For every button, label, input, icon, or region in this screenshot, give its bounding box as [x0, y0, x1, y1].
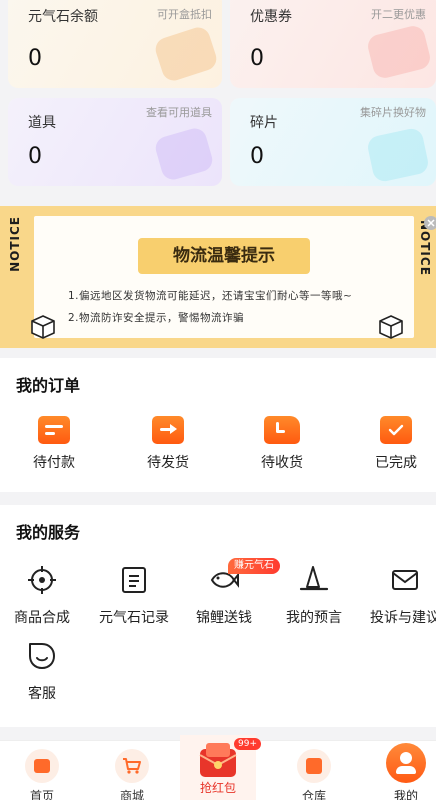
props-card-title: 道具 — [28, 115, 56, 131]
service-customer-support[interactable]: 客服 — [0, 641, 92, 703]
mail-icon — [392, 570, 418, 590]
fragments-card-title: 碎片 — [250, 115, 278, 131]
order-pending-payment-label: 待付款 — [33, 455, 75, 471]
order-pending-receipt-label: 待收货 — [261, 455, 303, 471]
tab-profile[interactable]: 我的 — [374, 743, 436, 800]
tab-home-label: 首页 — [29, 789, 54, 800]
warehouse-icon — [297, 749, 331, 783]
balance-card-hint: 可开盒抵扣 — [157, 8, 212, 21]
fragments-card[interactable]: 碎片 0 集碎片换好物 — [230, 98, 436, 186]
close-icon[interactable] — [424, 216, 436, 230]
witch-hat-icon — [299, 566, 329, 591]
props-icon — [152, 125, 216, 183]
red-envelope-icon — [199, 743, 237, 777]
stats-grid: 元气石余额 0 可开盒抵扣 优惠券 0 开二更优惠 道具 0 查看可用道具 碎片… — [0, 0, 436, 196]
notice-strip-left: NOTICE — [8, 216, 22, 272]
service-koi-money[interactable]: 锦鲤送钱 — [174, 565, 274, 627]
fragments-card-value: 0 — [250, 144, 264, 169]
fragments-card-hint: 集碎片换好物 — [360, 106, 426, 119]
tab-mall[interactable]: 商城 — [100, 749, 164, 800]
service-customer-support-label: 客服 — [28, 686, 56, 702]
service-feedback[interactable]: 投诉与建议 — [355, 565, 436, 627]
balance-card[interactable]: 元气石余额 0 可开盒抵扣 — [8, 0, 222, 88]
props-card[interactable]: 道具 0 查看可用道具 — [8, 98, 222, 186]
list-icon — [122, 567, 146, 593]
cart-icon — [115, 749, 149, 783]
notice-title: 物流温馨提示 — [138, 238, 310, 274]
profile-icon — [386, 743, 426, 783]
order-pending-receipt[interactable]: 待收货 — [232, 416, 332, 472]
notice-paper: 物流温馨提示 1.偏远地区发货物流可能延迟，还请宝宝们耐心等一等哦~ 2.物流防… — [34, 216, 414, 338]
box-arrow-icon — [152, 416, 184, 444]
tab-mall-label: 商城 — [119, 789, 144, 800]
coupon-card-value: 0 — [250, 46, 264, 71]
my-services-panel: 我的服务 商品合成 元气石记录 锦鲤送钱 我的预言 投诉与建议 客服 — [0, 505, 436, 727]
tab-home[interactable]: 首页 — [10, 749, 74, 800]
service-gem-record[interactable]: 元气石记录 — [84, 565, 184, 627]
service-feedback-label: 投诉与建议 — [370, 610, 436, 626]
tab-profile-label: 我的 — [393, 789, 418, 800]
order-completed-label: 已完成 — [375, 455, 417, 471]
balance-card-title: 元气石余额 — [28, 9, 98, 25]
logistics-notice-banner[interactable]: NOTICE NOTICE 物流温馨提示 1.偏远地区发货物流可能延迟，还请宝宝… — [0, 206, 436, 348]
service-prophecy[interactable]: 我的预言 — [264, 565, 364, 627]
calendar-check-icon — [380, 416, 412, 444]
box-icon-left — [31, 315, 55, 339]
props-card-value: 0 — [28, 144, 42, 169]
coupon-card[interactable]: 优惠券 0 开二更优惠 — [230, 0, 436, 88]
order-pending-shipment-label: 待发货 — [147, 455, 189, 471]
my-orders-title: 我的订单 — [16, 376, 81, 395]
tab-warehouse[interactable]: 仓库 — [282, 749, 346, 800]
service-merge[interactable]: 商品合成 — [0, 565, 92, 627]
order-pending-shipment[interactable]: 待发货 — [118, 416, 218, 472]
home-icon — [25, 749, 59, 783]
service-koi-money-label: 锦鲤送钱 — [196, 610, 252, 626]
coupon-card-title: 优惠券 — [250, 9, 292, 25]
puzzle-icon — [365, 126, 431, 184]
wallet-icon — [38, 416, 70, 444]
order-pending-payment[interactable]: 待付款 — [4, 416, 104, 472]
my-orders-panel: 我的订单 待付款 待发货 待收货 已完成 — [0, 358, 436, 492]
notice-line-1: 1.偏远地区发货物流可能延迟，还请宝宝们耐心等一等哦~ — [68, 290, 353, 302]
red-envelope-count-badge: 99+ — [234, 738, 261, 750]
balance-card-value: 0 — [28, 46, 42, 71]
order-completed[interactable]: 已完成 — [346, 416, 436, 472]
truck-icon — [264, 416, 300, 444]
gem-icon — [152, 24, 220, 84]
tab-red-envelope-label: 抢红包 — [199, 781, 236, 795]
notice-line-2: 2.物流防诈安全提示，警惕物流诈骗 — [68, 312, 245, 324]
my-services-title: 我的服务 — [16, 523, 81, 542]
coupon-icon — [365, 23, 433, 81]
tab-warehouse-label: 仓库 — [301, 789, 326, 800]
service-prophecy-label: 我的预言 — [286, 610, 342, 626]
service-merge-label: 商品合成 — [14, 610, 70, 626]
box-icon-right — [379, 315, 403, 339]
chat-icon — [29, 643, 55, 669]
earn-gem-badge: 赚元气石 — [228, 558, 280, 574]
crosshair-icon — [28, 566, 56, 594]
coupon-card-hint: 开二更优惠 — [371, 8, 426, 21]
props-card-hint: 查看可用道具 — [146, 106, 212, 119]
service-gem-record-label: 元气石记录 — [99, 610, 169, 626]
